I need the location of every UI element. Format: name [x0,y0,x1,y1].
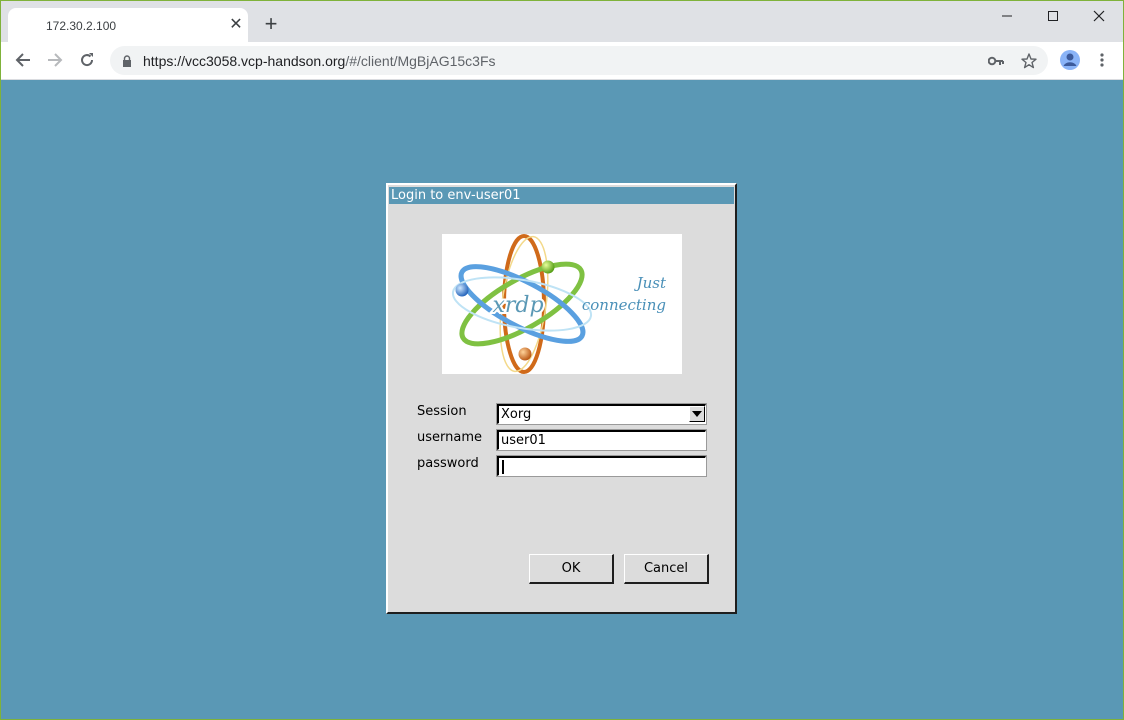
session-label: Session [417,404,467,419]
key-icon[interactable] [986,51,1006,71]
password-field[interactable] [496,455,707,477]
window-close-icon[interactable] [1076,0,1122,32]
dropdown-arrow-icon[interactable] [689,406,705,422]
bookmark-star-icon[interactable] [1019,51,1039,71]
lock-icon [122,54,132,72]
tab-strip: 172.30.2.100 ✕ + [0,0,1124,42]
back-arrow-icon[interactable] [11,48,35,72]
tab-title: 172.30.2.100 [46,19,117,33]
browser-tab[interactable]: 172.30.2.100 ✕ [8,8,248,42]
login-dialog: Login to env-user01 xrdp xrdp Just conne… [386,183,737,614]
xrdp-logo: xrdp xrdp Just connecting [442,234,682,374]
forward-arrow-icon[interactable] [43,48,67,72]
minimize-icon[interactable] [984,0,1030,32]
url-text: https://vcc3058.vcp-handson.org/#/client… [143,53,496,69]
ok-button[interactable]: OK [529,554,614,584]
browser-toolbar: https://vcc3058.vcp-handson.org/#/client… [0,42,1124,80]
logo-tagline-1: Just [634,274,667,292]
menu-kebab-icon[interactable] [1090,48,1114,72]
new-tab-icon[interactable]: + [260,13,282,36]
logo-tagline-2: connecting [582,296,666,314]
profile-avatar-icon[interactable] [1058,48,1082,72]
dialog-title: Login to env-user01 [389,187,734,204]
text-cursor [502,460,504,474]
tab-close-icon[interactable]: ✕ [227,16,245,34]
cancel-button[interactable]: Cancel [624,554,709,584]
reload-icon[interactable] [75,48,99,72]
password-label: password [417,456,479,471]
maximize-icon[interactable] [1030,0,1076,32]
address-bar[interactable]: https://vcc3058.vcp-handson.org/#/client… [110,46,1048,75]
logo-brand-text: xrdp [492,293,543,318]
session-select[interactable]: Xorg [496,403,707,425]
session-value: Xorg [501,407,532,422]
username-field[interactable]: user01 [496,429,707,451]
username-label: username [417,430,482,445]
